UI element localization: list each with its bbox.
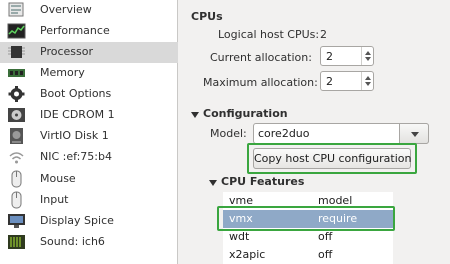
logical-cpus-label: Logical host CPUs: [218, 28, 320, 41]
current-allocation-value: 2 [326, 50, 333, 63]
model-dropdown-button[interactable] [399, 123, 429, 144]
sidebar-item-nic[interactable]: NIC :ef:75:b4 [0, 147, 178, 168]
sidebar-item-label: Boot Options [40, 87, 112, 100]
network-icon [9, 152, 24, 164]
sidebar-item-performance[interactable]: Performance [0, 21, 178, 42]
sidebar-item-input[interactable]: Input [0, 190, 178, 211]
chevron-down-icon[interactable] [365, 57, 371, 61]
processor-details-panel: CPUs Logical host CPUs: 2 Current alloca… [179, 0, 450, 264]
sidebar-item-label: Memory [40, 66, 85, 79]
sidebar-item-label: Display Spice [40, 214, 114, 227]
sidebar-item-label: Sound: ich6 [40, 235, 105, 248]
sidebar-item-virtio-disk[interactable]: VirtIO Disk 1 [0, 126, 178, 147]
gear-icon [8, 86, 25, 102]
feature-name: wdt [229, 230, 250, 243]
sidebar-item-display-spice[interactable]: Display Spice [0, 211, 178, 232]
sidebar-item-label: Input [40, 193, 69, 206]
sidebar-item-mouse[interactable]: Mouse [0, 169, 178, 190]
sidebar-item-memory[interactable]: Memory [0, 63, 178, 84]
cdrom-icon [8, 108, 25, 122]
sound-icon [8, 235, 25, 249]
disk-icon [10, 128, 23, 144]
configuration-section-title: Configuration [203, 107, 288, 120]
sidebar-item-label: Mouse [40, 172, 76, 185]
sidebar-item-label: NIC :ef:75:b4 [40, 150, 112, 163]
sidebar-item-label: Performance [40, 24, 110, 37]
sidebar-item-ide-cdrom[interactable]: IDE CDROM 1 [0, 105, 178, 126]
spinner-buttons[interactable] [361, 47, 373, 65]
processor-icon [8, 46, 25, 58]
copy-host-cpu-configuration-button[interactable]: Copy host CPU configuration [253, 148, 411, 169]
cpu-features-expander-icon[interactable] [209, 180, 217, 186]
memory-icon [8, 69, 25, 77]
sidebar-item-processor[interactable]: Processor [0, 42, 178, 63]
model-label: Model: [210, 127, 247, 140]
logical-cpus-value: 2 [320, 28, 327, 41]
vmx-row-highlight [217, 206, 395, 231]
chevron-down-icon [411, 132, 419, 137]
chevron-up-icon[interactable] [365, 76, 371, 80]
current-allocation-spinner[interactable]: 2 [320, 46, 374, 66]
overview-icon [8, 2, 24, 17]
maximum-allocation-label: Maximum allocation: [203, 76, 318, 89]
configuration-expander-icon[interactable] [191, 112, 199, 118]
feature-row[interactable]: x2apic off [223, 246, 393, 264]
model-value: core2duo [258, 127, 310, 140]
feature-policy: off [318, 230, 333, 243]
chevron-up-icon[interactable] [365, 51, 371, 55]
sidebar-item-label: VirtIO Disk 1 [40, 129, 109, 142]
feature-policy: off [318, 248, 333, 261]
maximum-allocation-spinner[interactable]: 2 [320, 71, 374, 91]
cpus-section-title: CPUs [191, 10, 223, 23]
sidebar-item-boot-options[interactable]: Boot Options [0, 84, 178, 105]
input-icon [11, 191, 22, 209]
sidebar-item-label: Processor [40, 45, 93, 58]
display-icon [8, 214, 25, 228]
sidebar-item-sound[interactable]: Sound: ich6 [0, 232, 178, 253]
chevron-down-icon[interactable] [365, 82, 371, 86]
sidebar-item-label: IDE CDROM 1 [40, 108, 115, 121]
sidebar-item-overview[interactable]: Overview [0, 0, 178, 21]
performance-icon [7, 23, 26, 39]
cpu-features-section-title: CPU Features [221, 175, 305, 188]
mouse-icon [11, 170, 22, 188]
spinner-buttons[interactable] [361, 72, 373, 90]
current-allocation-label: Current allocation: [210, 51, 312, 64]
feature-name: x2apic [229, 248, 266, 261]
maximum-allocation-value: 2 [326, 75, 333, 88]
hardware-sidebar: Overview Performance Processor Memory Bo… [0, 0, 178, 264]
sidebar-item-label: Overview [40, 3, 92, 16]
